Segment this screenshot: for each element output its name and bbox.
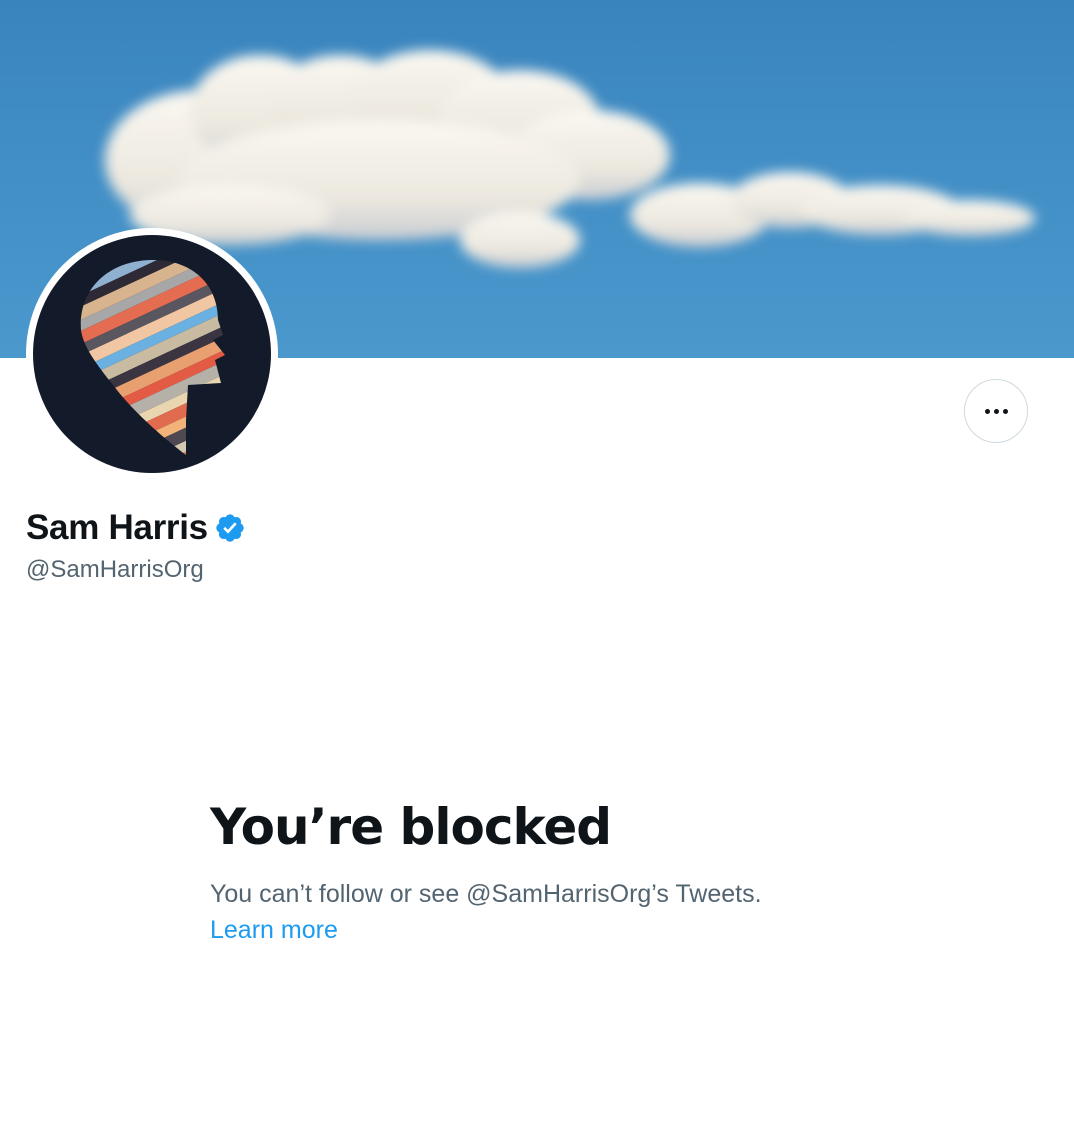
profile-page: Sam Harris @SamHarrisOrg You’re blocked … (0, 0, 1074, 1124)
verified-badge-icon[interactable] (214, 512, 246, 544)
display-name-text: Sam Harris (26, 508, 208, 547)
profile-display-name: Sam Harris (26, 508, 246, 548)
striped-head-icon (80, 260, 225, 455)
learn-more-link[interactable]: Learn more (210, 916, 338, 945)
blocked-description: You can’t follow or see @SamHarrisOrg’s … (210, 880, 762, 908)
more-options-button[interactable] (964, 379, 1028, 443)
profile-avatar[interactable] (26, 228, 278, 480)
avatar-image (33, 235, 271, 473)
ellipsis-icon (984, 408, 1008, 414)
blocked-title: You’re blocked (210, 798, 612, 856)
profile-handle: @SamHarrisOrg (26, 556, 204, 583)
